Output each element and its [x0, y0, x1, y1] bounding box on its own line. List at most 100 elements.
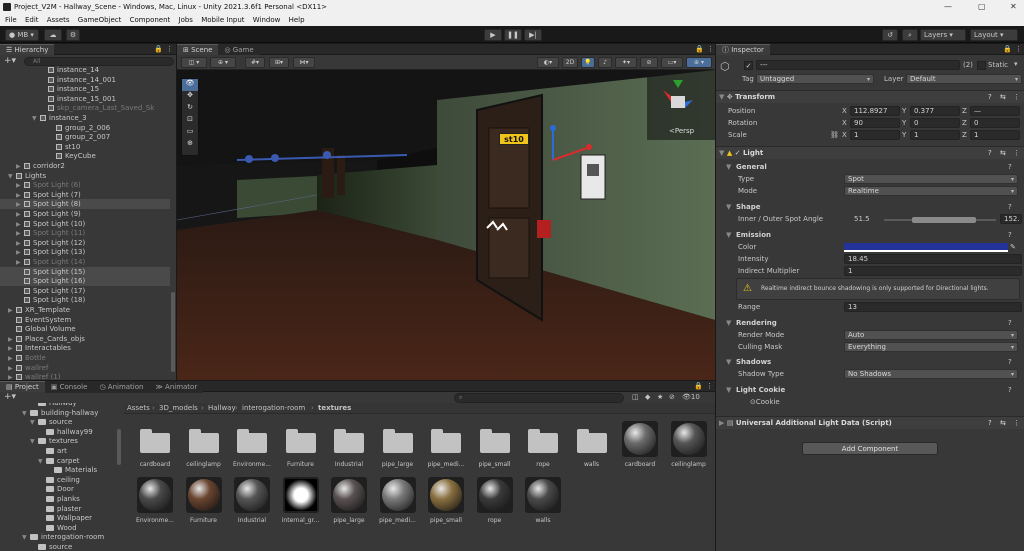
transform-y-field[interactable]: 1 — [910, 130, 960, 140]
transform-y-field[interactable]: 0 — [910, 118, 960, 128]
transform-x-field[interactable]: 90 — [850, 118, 900, 128]
minimize-icon[interactable]: — — [944, 0, 952, 14]
hidden-objects-icon[interactable]: ⊘ — [640, 57, 658, 68]
cookie-field[interactable]: ⊙Cookie — [750, 397, 780, 408]
transform-header[interactable]: ▼ ✥ Transform ? ⇆ ⋮ — [716, 90, 1024, 103]
menu-help[interactable]: Help — [289, 16, 305, 24]
axis-z-label[interactable]: Z — [962, 118, 967, 129]
project-search-input[interactable]: ⌕ — [454, 393, 624, 403]
folder-label[interactable]: walls — [569, 461, 615, 468]
tab-animation[interactable]: ◷ Animation — [93, 382, 150, 393]
favorite-icon[interactable]: ★ — [657, 393, 663, 401]
axis-z-label[interactable]: Z — [962, 106, 967, 117]
shading-mode-icon[interactable]: ◐▾ — [537, 57, 559, 68]
add-component-button[interactable]: Add Component — [802, 442, 938, 455]
layout-dropdown[interactable]: Layout ▾ — [970, 29, 1018, 41]
hierarchy-item[interactable]: group_2_007 — [0, 132, 170, 142]
effects-icon[interactable]: ✦▾ — [615, 57, 637, 68]
hierarchy-item[interactable]: instance_15 — [0, 84, 170, 94]
grid-icon[interactable]: ⋈▾ — [293, 57, 315, 68]
type-dropdown[interactable]: Spot — [844, 174, 1018, 184]
transform-tool-icon[interactable]: ⊕ — [182, 139, 198, 151]
shadow-type-dropdown[interactable]: No Shadows — [844, 369, 1018, 379]
color-swatch[interactable] — [844, 243, 1008, 252]
breadcrumb-item-assets[interactable]: Assets — [127, 404, 150, 412]
tab-inspector[interactable]: ⓘ Inspector — [716, 44, 770, 55]
hierarchy-item[interactable]: Spot Light (18) — [0, 295, 170, 305]
help-icon[interactable]: ? — [1008, 230, 1012, 241]
project-tree-item[interactable]: ▼ textures — [0, 436, 120, 446]
material-thumbnail[interactable] — [234, 477, 270, 513]
tab-hierarchy[interactable]: ☰ Hierarchy — [0, 44, 55, 55]
hierarchy-item[interactable]: Spot Light (17) — [0, 286, 170, 296]
hierarchy-item[interactable]: Global Volume — [0, 324, 170, 334]
hierarchy-item[interactable]: ▼ Lights — [0, 171, 170, 181]
transform-z-field[interactable]: 0 — [970, 118, 1020, 128]
hierarchy-item[interactable]: ▶ Spot Light (9) — [0, 209, 170, 219]
audio-toggle-icon[interactable]: ♪ — [598, 57, 612, 68]
tag-dropdown[interactable]: Untagged — [756, 74, 874, 84]
hierarchy-item[interactable]: ▶ Spot Light (7) — [0, 190, 170, 200]
hierarchy-item[interactable]: KeyCube — [0, 151, 170, 161]
project-create-icon[interactable]: +▾ — [4, 392, 16, 402]
material-thumbnail[interactable] — [525, 477, 561, 513]
hierarchy-item[interactable]: instance_15_001 — [0, 94, 170, 104]
layers-dropdown[interactable]: Layers ▾ — [920, 29, 966, 41]
hierarchy-item[interactable]: ▶ Spot Light (12) — [0, 238, 170, 248]
hierarchy-item[interactable]: instance_14_001 — [0, 75, 170, 85]
project-tree-item[interactable]: ceiling — [0, 475, 120, 485]
menu-file[interactable]: File — [5, 16, 17, 24]
global-dropdown[interactable]: ⊕ ▾ — [210, 57, 236, 68]
component-menu-icon[interactable]: ⋮ — [1013, 147, 1020, 160]
material-label[interactable]: rope — [472, 517, 518, 524]
tab-animator[interactable]: ≫ Animator — [149, 382, 204, 393]
light-cookie-section[interactable]: ▼ Light Cookie? — [716, 385, 1024, 396]
transform-z-field[interactable]: 1 — [970, 130, 1020, 140]
folder-icon[interactable] — [528, 429, 558, 453]
static-checkbox[interactable] — [977, 61, 986, 70]
hierarchy-item[interactable]: ▶ Spot Light (14) — [0, 257, 170, 267]
undo-history-icon[interactable]: ↺ — [882, 29, 898, 41]
project-tree-item[interactable]: ▼ source — [0, 417, 120, 427]
cloud-icon[interactable]: ☁ — [44, 29, 62, 41]
folder-icon[interactable] — [188, 429, 219, 453]
folder-icon[interactable] — [334, 429, 364, 453]
hierarchy-item[interactable]: group_2_006 — [0, 123, 170, 133]
snap-increment-icon[interactable]: ⊞▾ — [269, 57, 289, 68]
help-icon[interactable]: ? — [1008, 162, 1012, 173]
breadcrumb-item-textures[interactable]: textures — [318, 404, 351, 412]
help-icon[interactable]: ? — [1008, 385, 1012, 396]
lighting-toggle-icon[interactable]: 💡 — [581, 57, 595, 68]
material-label[interactable]: Environme... — [132, 517, 178, 524]
folder-label[interactable]: pipe_large — [375, 461, 421, 468]
persp-toggle[interactable]: <Persp — [669, 127, 694, 135]
camera-settings-icon[interactable]: ▭▾ — [661, 57, 683, 68]
breadcrumb-item-interogation-room[interactable]: interogation-room — [242, 404, 305, 412]
scale-tool-icon[interactable]: ⊡ — [182, 115, 198, 127]
folder-icon[interactable] — [285, 429, 316, 453]
material-label[interactable]: Furniture — [181, 517, 227, 524]
menu-window[interactable]: Window — [253, 16, 281, 24]
help-icon[interactable]: ? — [988, 147, 992, 160]
project-menu-icon[interactable]: ⋮ — [706, 381, 713, 392]
shadows-section[interactable]: ▼ Shadows? — [716, 357, 1024, 368]
hierarchy-item[interactable]: ▼ instance_3 — [0, 113, 170, 123]
gizmos-dropdown[interactable]: ⊕ ▾ — [686, 57, 712, 68]
project-tree-item[interactable]: Materials — [0, 465, 120, 475]
urp-light-data-header[interactable]: ▶ ▤ Universal Additional Light Data (Scr… — [716, 416, 1024, 429]
folder-icon[interactable] — [237, 429, 267, 453]
hierarchy-item[interactable]: ▶ Spot Light (13) — [0, 247, 170, 257]
material-thumbnail[interactable] — [137, 477, 173, 513]
hierarchy-scrollbar[interactable] — [171, 292, 175, 372]
transform-y-field[interactable]: 0.377 — [910, 106, 960, 116]
hierarchy-item[interactable]: st10 — [0, 142, 170, 152]
material-label[interactable]: Industrial — [229, 517, 275, 524]
rendering-section[interactable]: ▼ Rendering? — [716, 318, 1024, 329]
folder-label[interactable]: rope — [520, 461, 566, 468]
axis-y-label[interactable]: Y — [902, 106, 906, 117]
eyedropper-icon[interactable]: ✎ — [1010, 242, 1016, 253]
inner-angle-value[interactable]: 51.5 — [854, 214, 870, 225]
project-tree-item[interactable]: planks — [0, 494, 120, 504]
layer-dropdown[interactable]: Default — [906, 74, 1022, 84]
transform-x-field[interactable]: 1 — [850, 130, 900, 140]
